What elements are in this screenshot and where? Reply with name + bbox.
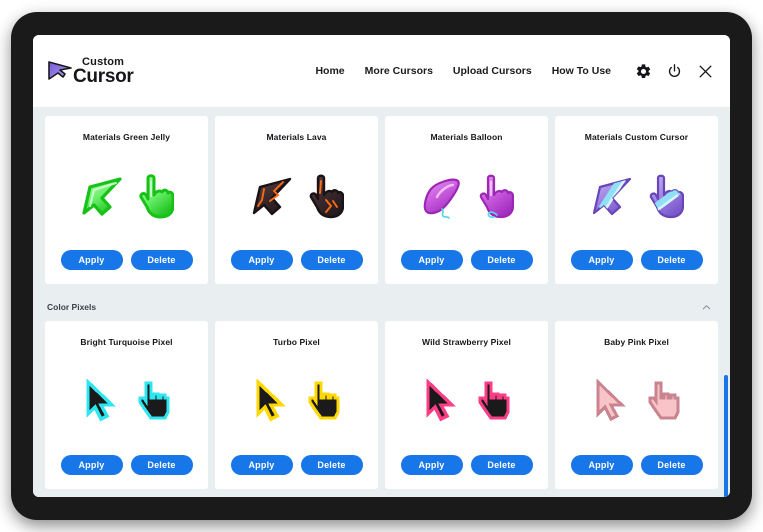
cursor-preview-pair (385, 347, 548, 455)
arrow-cursor-preview-icon (423, 178, 460, 219)
arrow-cursor-preview-icon (81, 177, 122, 216)
delete-button[interactable]: Delete (300, 455, 363, 475)
delete-button[interactable]: Delete (470, 250, 533, 270)
apply-button[interactable]: Apply (570, 455, 633, 475)
cursor-card-actions: Apply Delete (60, 455, 193, 489)
app-window: Custom Cursor Home More Cursors Upload C… (33, 35, 730, 497)
nav-item-more-cursors[interactable]: More Cursors (365, 65, 433, 77)
hand-cursor-preview-icon (649, 174, 684, 219)
cursor-card[interactable]: Bright Turquoise Pixel Apply Delete (45, 321, 208, 489)
cursor-card[interactable]: Materials Balloon Apply Delete (385, 116, 548, 284)
delete-button[interactable]: Delete (470, 455, 533, 475)
cursor-card-actions: Apply Delete (570, 455, 703, 489)
logo-text-bottom: Cursor (73, 65, 134, 87)
delete-button[interactable]: Delete (130, 250, 193, 270)
arrow-cursor-preview-icon (425, 379, 456, 422)
hand-cursor-preview-icon (307, 381, 340, 420)
apply-button[interactable]: Apply (230, 250, 293, 270)
hand-cursor-preview-icon (477, 381, 510, 420)
cursor-card-title: Turbo Pixel (273, 337, 320, 347)
color-pixels-card-row: Bright Turquoise Pixel Apply Delete Turb… (33, 321, 730, 489)
cursor-card[interactable]: Turbo Pixel Apply Delete (215, 321, 378, 489)
cursor-preview-pair (45, 347, 208, 455)
nav-item-upload-cursors[interactable]: Upload Cursors (453, 65, 532, 77)
scrollbar-thumb[interactable] (724, 375, 728, 497)
screenshot-root: Custom Cursor Home More Cursors Upload C… (0, 0, 763, 532)
main-navigation: Home More Cursors Upload Cursors How To … (315, 63, 730, 80)
apply-button[interactable]: Apply (60, 250, 123, 270)
scrollbar-track[interactable] (723, 189, 728, 497)
power-icon[interactable] (666, 63, 683, 80)
cursor-preview-pair (45, 142, 208, 250)
delete-button[interactable]: Delete (640, 250, 703, 270)
cursor-card-actions: Apply Delete (60, 250, 193, 284)
apply-button[interactable]: Apply (400, 455, 463, 475)
cursor-card-title: Wild Strawberry Pixel (422, 337, 511, 347)
nav-item-home[interactable]: Home (315, 65, 344, 77)
section-title: Color Pixels (47, 302, 97, 312)
materials-card-row: Materials Green Jelly Apply Delete Mater… (33, 107, 730, 284)
apply-button[interactable]: Apply (570, 250, 633, 270)
hand-cursor-preview-icon (309, 174, 344, 219)
cursor-card-title: Bright Turquoise Pixel (80, 337, 173, 347)
cursor-card-title: Baby Pink Pixel (604, 337, 669, 347)
apply-button[interactable]: Apply (400, 250, 463, 270)
cursor-card-actions: Apply Delete (230, 455, 363, 489)
device-bezel: Custom Cursor Home More Cursors Upload C… (11, 12, 752, 520)
cursor-arrow-logo-icon (48, 61, 72, 80)
cursor-library-scroll-area[interactable]: Materials Green Jelly Apply Delete Mater… (33, 107, 730, 497)
cursor-card[interactable]: Materials Green Jelly Apply Delete (45, 116, 208, 284)
cursor-preview-pair (215, 142, 378, 250)
cursor-card-actions: Apply Delete (230, 250, 363, 284)
arrow-cursor-preview-icon (255, 379, 286, 422)
close-icon[interactable] (697, 63, 714, 80)
app-header: Custom Cursor Home More Cursors Upload C… (33, 35, 730, 107)
cursor-card-title: Materials Green Jelly (82, 132, 171, 142)
hand-cursor-preview-icon (479, 174, 514, 219)
delete-button[interactable]: Delete (640, 455, 703, 475)
gear-icon[interactable] (635, 63, 652, 80)
apply-button[interactable]: Apply (230, 455, 293, 475)
app-logo[interactable]: Custom Cursor (47, 56, 134, 87)
apply-button[interactable]: Apply (60, 455, 123, 475)
hand-cursor-preview-icon (137, 381, 170, 420)
section-header-color-pixels[interactable]: Color Pixels (33, 293, 730, 321)
arrow-cursor-preview-icon (252, 177, 291, 216)
chevron-up-icon[interactable] (701, 302, 712, 313)
cursor-preview-pair (215, 347, 378, 455)
cursor-preview-pair (555, 347, 718, 455)
arrow-cursor-preview-icon (596, 379, 626, 422)
cursor-card-actions: Apply Delete (570, 250, 703, 284)
hand-cursor-preview-icon (138, 174, 174, 219)
delete-button[interactable]: Delete (130, 455, 193, 475)
cursor-card-title: Materials Balloon (430, 132, 503, 142)
cursor-card[interactable]: Materials Lava Apply Delete (215, 116, 378, 284)
cursor-card[interactable]: Wild Strawberry Pixel Apply Delete (385, 321, 548, 489)
cursor-card-title: Materials Lava (266, 132, 327, 142)
cursor-card-actions: Apply Delete (400, 455, 533, 489)
arrow-cursor-preview-icon (592, 177, 631, 216)
cursor-card-actions: Apply Delete (400, 250, 533, 284)
arrow-cursor-preview-icon (85, 379, 116, 422)
cursor-card[interactable]: Materials Custom Cursor Apply Delete (555, 116, 718, 284)
delete-button[interactable]: Delete (300, 250, 363, 270)
hand-cursor-preview-icon (648, 381, 679, 420)
cursor-preview-pair (555, 142, 718, 250)
cursor-card-title: Materials Custom Cursor (584, 132, 689, 142)
cursor-card[interactable]: Baby Pink Pixel Apply Delete (555, 321, 718, 489)
header-icon-group (635, 63, 714, 80)
cursor-preview-pair (385, 142, 548, 250)
nav-item-how-to-use[interactable]: How To Use (552, 65, 611, 77)
device-screen-frame: Custom Cursor Home More Cursors Upload C… (33, 35, 730, 497)
